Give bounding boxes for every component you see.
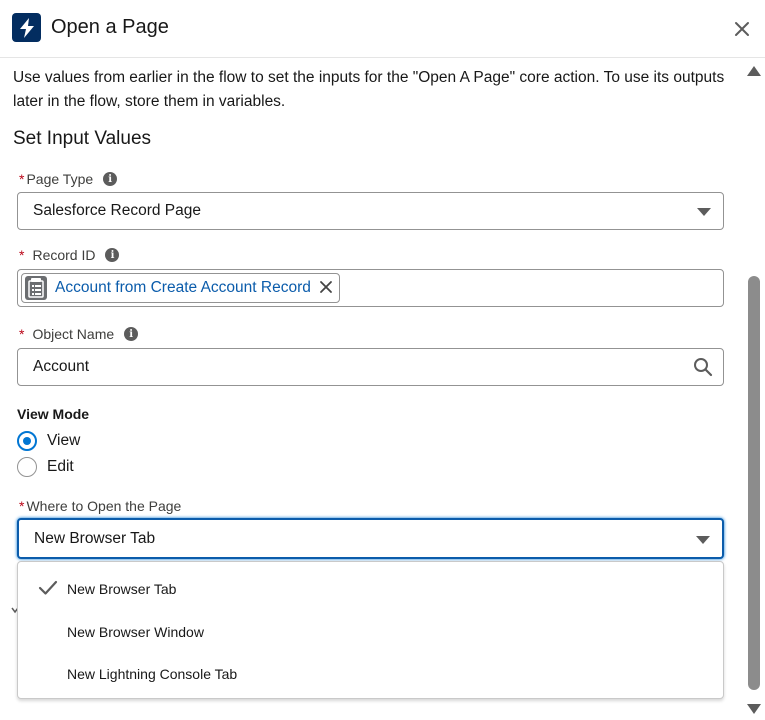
dropdown-option[interactable]: New Browser Tab [18,570,723,608]
record-id-pill-label: Account from Create Account Record [55,279,311,296]
where-to-open-dropdown: New Browser Tab New Browser Window New L… [17,561,724,699]
view-mode-label: View Mode [17,406,90,422]
object-name-input[interactable]: Account [17,348,724,386]
scroll-down-arrow-icon[interactable] [747,704,761,714]
record-id-field[interactable]: Account from Create Account Record [17,269,724,307]
chevron-down-icon [697,208,711,216]
lightning-bolt-icon [12,13,41,42]
radio-button-unchecked[interactable] [17,457,37,477]
object-name-value: Account [33,358,90,375]
radio-edit-label: Edit [47,458,74,475]
record-resource-icon [25,276,47,300]
info-icon[interactable]: i [124,327,139,341]
scrollbar[interactable] [745,58,765,720]
modal-title: Open a Page [51,16,169,38]
dropdown-option[interactable]: New Lightning Console Tab [18,655,723,693]
record-id-label: * Record ID i [19,247,120,263]
section-title: Set Input Values [13,128,152,149]
remove-pill-icon[interactable] [319,279,333,297]
chevron-down-icon [696,536,710,544]
scrollbar-thumb[interactable] [748,276,760,690]
where-to-open-label: * Where to Open the Page [19,498,181,514]
search-icon[interactable] [693,357,713,377]
radio-button-checked[interactable] [17,431,37,451]
page-type-label: * Page Type i [19,171,118,187]
dropdown-option-label: New Browser Tab [67,581,177,597]
required-marker: * [19,326,25,342]
modal-header: Open a Page [0,0,765,58]
record-id-pill[interactable]: Account from Create Account Record [21,273,340,303]
dropdown-option[interactable]: New Browser Window [18,613,723,651]
check-icon [38,578,58,598]
close-icon[interactable] [731,18,753,40]
dropdown-option-label: New Lightning Console Tab [67,666,238,682]
object-name-label: * Object Name i [19,326,139,342]
record-id-label-text: Record ID [32,247,96,263]
radio-view[interactable]: View [17,431,80,451]
required-marker: * [19,498,25,514]
page-type-select[interactable]: Salesforce Record Page [17,192,724,230]
radio-view-label: View [47,432,81,449]
radio-edit[interactable]: Edit [17,457,74,477]
where-to-open-value: New Browser Tab [34,530,156,547]
scroll-up-arrow-icon[interactable] [747,66,761,76]
description-text: Use values from earlier in the flow to s… [13,69,725,110]
required-marker: * [19,247,25,263]
where-to-open-label-text: Where to Open the Page [26,498,182,514]
required-marker: * [19,171,25,187]
page-type-label-text: Page Type [26,171,94,187]
dropdown-option-label: New Browser Window [67,624,204,640]
where-to-open-select[interactable]: New Browser Tab [17,518,724,559]
page-type-value: Salesforce Record Page [33,202,202,219]
info-icon[interactable]: i [105,248,120,262]
info-icon[interactable]: i [103,172,118,186]
object-name-label-text: Object Name [32,326,115,342]
